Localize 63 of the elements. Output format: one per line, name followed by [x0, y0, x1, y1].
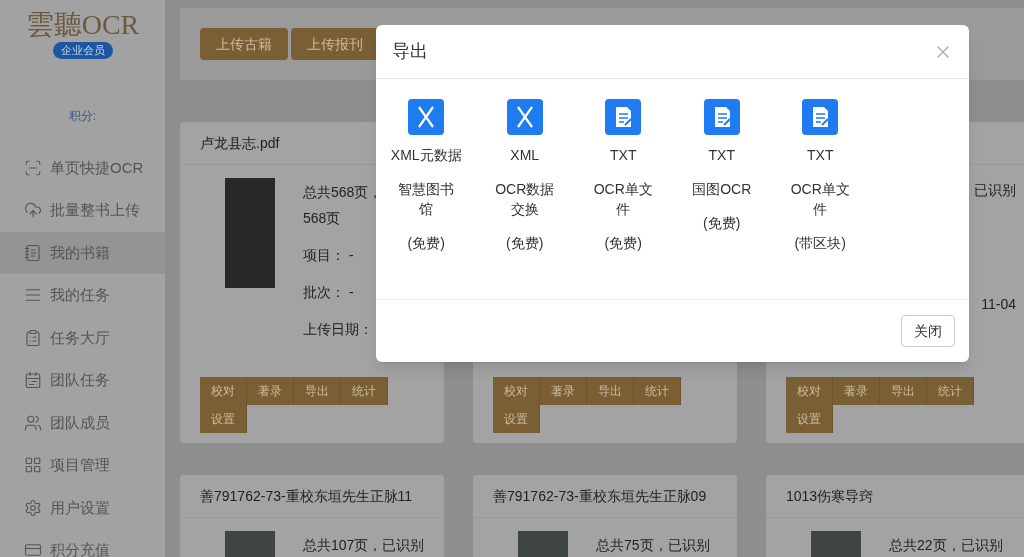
sidebar-item[interactable]: 任务大厅 — [0, 316, 165, 359]
export-option[interactable]: TXT OCR单文件 (免费) — [574, 99, 673, 299]
action-button[interactable]: 著录 — [833, 377, 880, 405]
upload-button[interactable]: 上传古籍 — [200, 28, 288, 60]
action-button[interactable]: 导出 — [880, 377, 927, 405]
scan-icon — [24, 158, 42, 177]
export-option[interactable]: TXT OCR单文件 (带区块) — [771, 99, 870, 299]
action-button[interactable]: 导出 — [587, 377, 634, 405]
edit-document-icon — [605, 99, 642, 135]
action-button[interactable]: 校对 — [200, 377, 247, 405]
edit-document-icon — [802, 99, 839, 135]
action-button[interactable]: 著录 — [247, 377, 294, 405]
card-icon — [24, 541, 42, 557]
book-info: 总共22页，已识别 — [889, 537, 1003, 553]
sidebar-item[interactable]: 批量整书上传 — [0, 189, 165, 232]
sidebar-item[interactable]: 单页快捷OCR — [0, 146, 165, 189]
clipboard-icon — [24, 328, 42, 347]
action-button[interactable]: 设置 — [786, 405, 833, 433]
action-button[interactable]: 统计 — [634, 377, 681, 405]
book-info: 已识别 — [974, 181, 1016, 200]
action-button[interactable]: 设置 — [493, 405, 540, 433]
book-info: 上传日期： — [303, 321, 373, 337]
notebook-icon — [24, 243, 42, 262]
logo: 雲聽OCR — [25, 8, 140, 42]
book-info: 项目： - — [303, 247, 354, 263]
cloud-upload-icon — [24, 201, 42, 220]
book-info: 总共75页，已识别 — [596, 537, 710, 553]
points-label: 积分: — [68, 107, 97, 125]
cross-document-icon — [408, 99, 445, 135]
sidebar-item[interactable]: 用户设置 — [0, 486, 165, 529]
sidebar-item[interactable]: 团队成员 — [0, 401, 165, 444]
upload-button[interactable]: 上传报刊 — [291, 28, 379, 60]
action-button[interactable]: 著录 — [540, 377, 587, 405]
sidebar-item[interactable]: 我的书籍 — [0, 231, 165, 274]
book-info: 568页 — [303, 210, 341, 226]
export-option[interactable]: XML OCR数据交换 (免费) — [475, 99, 574, 299]
book-title: 1013伤寒导窍 — [786, 486, 874, 506]
action-button[interactable]: 设置 — [200, 405, 247, 433]
sidebar-item[interactable]: 积分充值 — [0, 529, 165, 557]
action-button[interactable]: 导出 — [294, 377, 341, 405]
book-info: 批次： - — [303, 284, 354, 300]
dialog-title: 导出 — [392, 40, 428, 63]
cross-document-icon — [506, 99, 543, 135]
sidebar-item[interactable]: 团队任务 — [0, 359, 165, 402]
edit-document-icon — [703, 99, 740, 135]
book-title: 善791762-73-重校东垣先生正脉09 — [493, 486, 707, 506]
action-button[interactable]: 统计 — [341, 377, 388, 405]
book-title: 善791762-73-重校东垣先生正脉11 — [200, 486, 413, 506]
sidebar-item[interactable]: 项目管理 — [0, 444, 165, 487]
book-title: 卢龙县志.pdf — [200, 133, 280, 153]
sidebar-item[interactable]: 我的任务 — [0, 274, 165, 317]
settings-icon — [24, 498, 42, 517]
action-button[interactable]: 统计 — [927, 377, 974, 405]
close-button[interactable]: 关闭 — [901, 315, 955, 347]
action-button[interactable]: 校对 — [786, 377, 833, 405]
book-info: 11-04 — [981, 295, 1016, 314]
book-info: 总共107页，已识别 — [303, 537, 425, 553]
calendar-icon — [24, 371, 42, 390]
action-button[interactable]: 校对 — [493, 377, 540, 405]
membership-badge: 企业会员 — [52, 42, 113, 59]
users-icon — [24, 413, 42, 432]
grid-icon — [24, 456, 42, 475]
export-option[interactable]: TXT 国图OCR (免费) — [672, 99, 771, 299]
